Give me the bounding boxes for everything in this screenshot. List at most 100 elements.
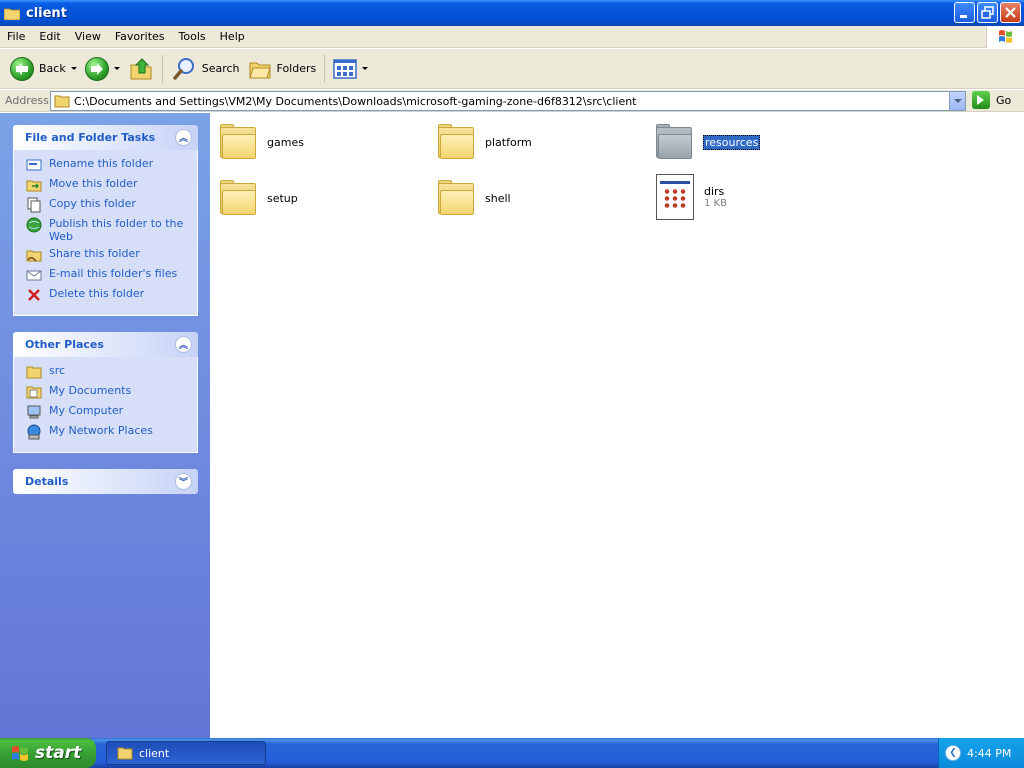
folders-icon — [248, 62, 271, 78]
task-move-folder[interactable]: Move this folder — [26, 177, 197, 193]
back-button[interactable]: Back — [6, 53, 81, 85]
folder-icon — [117, 747, 133, 760]
restore-icon — [981, 6, 994, 19]
menu-bar: File Edit View Favorites Tools Help — [0, 26, 1024, 48]
folder-item-shell[interactable]: shell — [437, 179, 511, 217]
collapse-icon[interactable]: ︽ — [175, 336, 192, 353]
copy-icon — [27, 197, 41, 213]
folder-icon — [437, 123, 475, 161]
delete-icon — [28, 289, 40, 301]
back-label: Back — [39, 62, 66, 75]
menu-favorites[interactable]: Favorites — [108, 30, 172, 43]
forward-button[interactable] — [81, 53, 124, 85]
file-item-dirs[interactable]: dirs 1 KB — [656, 174, 727, 220]
toolbar-separator — [161, 54, 163, 83]
other-places-panel: Other Places ︽ src My Documents My Compu… — [13, 332, 198, 453]
publish-web-icon — [26, 217, 42, 233]
place-my-documents[interactable]: My Documents — [26, 384, 197, 400]
taskbar-item-label: client — [139, 746, 170, 760]
selected-label[interactable]: resources — [703, 134, 761, 150]
task-pane: File and Folder Tasks ︽ Rename this fold… — [0, 113, 210, 738]
task-rename-folder[interactable]: Rename this folder — [26, 157, 197, 173]
forward-arrow-icon — [84, 56, 109, 81]
task-delete-folder[interactable]: Delete this folder — [26, 287, 197, 303]
rename-icon — [26, 159, 42, 171]
file-list[interactable]: games platform resources setup shell dir… — [210, 113, 1024, 738]
taskbar: start client ❮ 4:44 PM — [0, 738, 1024, 768]
windows-logo-icon — [12, 746, 28, 761]
task-copy-folder[interactable]: Copy this folder — [26, 197, 197, 213]
menu-file[interactable]: File — [0, 30, 32, 43]
close-button[interactable] — [1000, 2, 1021, 23]
folder-item-games[interactable]: games — [219, 123, 304, 161]
panel-title: Details — [25, 475, 69, 488]
details-panel: Details ︾ — [13, 469, 198, 494]
show-hidden-icons-button[interactable]: ❮ — [945, 745, 961, 761]
go-button[interactable]: Go — [972, 91, 1011, 109]
address-input[interactable]: C:\Documents and Settings\VM2\My Documen… — [50, 91, 966, 111]
collapse-icon[interactable]: ︽ — [175, 129, 192, 146]
clock[interactable]: 4:44 PM — [967, 747, 1011, 760]
toolbar-separator — [324, 54, 326, 83]
folder-icon — [219, 179, 257, 217]
folder-item-platform[interactable]: platform — [437, 123, 532, 161]
address-value: C:\Documents and Settings\VM2\My Documen… — [74, 94, 637, 108]
place-network[interactable]: My Network Places — [26, 424, 197, 440]
folders-button[interactable]: Folders — [244, 53, 321, 85]
search-label: Search — [201, 62, 240, 75]
folder-icon — [655, 123, 693, 161]
panel-title: Other Places — [25, 338, 104, 351]
panel-title: File and Folder Tasks — [25, 131, 156, 144]
file-icon — [656, 174, 694, 220]
views-button[interactable] — [329, 53, 372, 85]
address-label: Address — [5, 94, 49, 107]
taskbar-item-client[interactable]: client — [106, 741, 266, 765]
my-documents-icon — [26, 386, 42, 399]
chevron-down-icon[interactable] — [113, 67, 120, 70]
chevron-down-icon — [362, 67, 369, 70]
panel-header[interactable]: Details ︾ — [13, 469, 198, 494]
network-places-icon — [27, 424, 41, 440]
folder-item-setup[interactable]: setup — [219, 179, 298, 217]
title-bar[interactable]: client — [0, 0, 1024, 26]
minimize-icon — [960, 15, 967, 18]
place-src[interactable]: src — [26, 364, 197, 380]
folder-icon — [437, 179, 475, 217]
up-folder-button[interactable] — [124, 53, 158, 85]
address-bar: Address C:\Documents and Settings\VM2\My… — [0, 90, 1024, 112]
panel-header[interactable]: Other Places ︽ — [13, 332, 198, 357]
my-computer-icon — [27, 405, 41, 419]
expand-icon[interactable]: ︾ — [175, 473, 192, 490]
menu-tools[interactable]: Tools — [172, 30, 213, 43]
start-label: start — [35, 743, 82, 763]
folder-icon — [219, 123, 257, 161]
menu-view[interactable]: View — [68, 30, 108, 43]
panel-header[interactable]: File and Folder Tasks ︽ — [13, 125, 198, 150]
address-dropdown-button[interactable] — [949, 92, 965, 110]
go-arrow-icon — [972, 91, 990, 109]
share-icon — [26, 250, 42, 262]
place-my-computer[interactable]: My Computer — [26, 404, 197, 420]
up-folder-icon — [130, 57, 152, 79]
chevron-down-icon[interactable] — [70, 67, 77, 70]
task-email-files[interactable]: E-mail this folder's files — [26, 267, 197, 283]
go-label: Go — [996, 93, 1012, 107]
start-button[interactable]: start — [0, 738, 96, 768]
file-folder-tasks-panel: File and Folder Tasks ︽ Rename this fold… — [13, 125, 198, 316]
folder-item-resources[interactable]: resources — [655, 123, 761, 161]
task-publish-folder[interactable]: Publish this folder to the Web — [26, 217, 197, 243]
menu-edit[interactable]: Edit — [32, 30, 67, 43]
task-share-folder[interactable]: Share this folder — [26, 247, 197, 263]
toolbar: Back Search Folders — [0, 49, 1024, 89]
search-icon — [172, 57, 194, 80]
email-icon — [26, 270, 42, 281]
folder-icon — [26, 366, 42, 379]
search-button[interactable]: Search — [167, 53, 244, 85]
menu-help[interactable]: Help — [213, 30, 252, 43]
minimize-button[interactable] — [954, 2, 975, 23]
close-icon — [1005, 7, 1016, 18]
folder-icon — [3, 7, 21, 20]
move-icon — [26, 180, 42, 192]
views-icon — [333, 58, 357, 79]
maximize-button[interactable] — [977, 2, 998, 23]
